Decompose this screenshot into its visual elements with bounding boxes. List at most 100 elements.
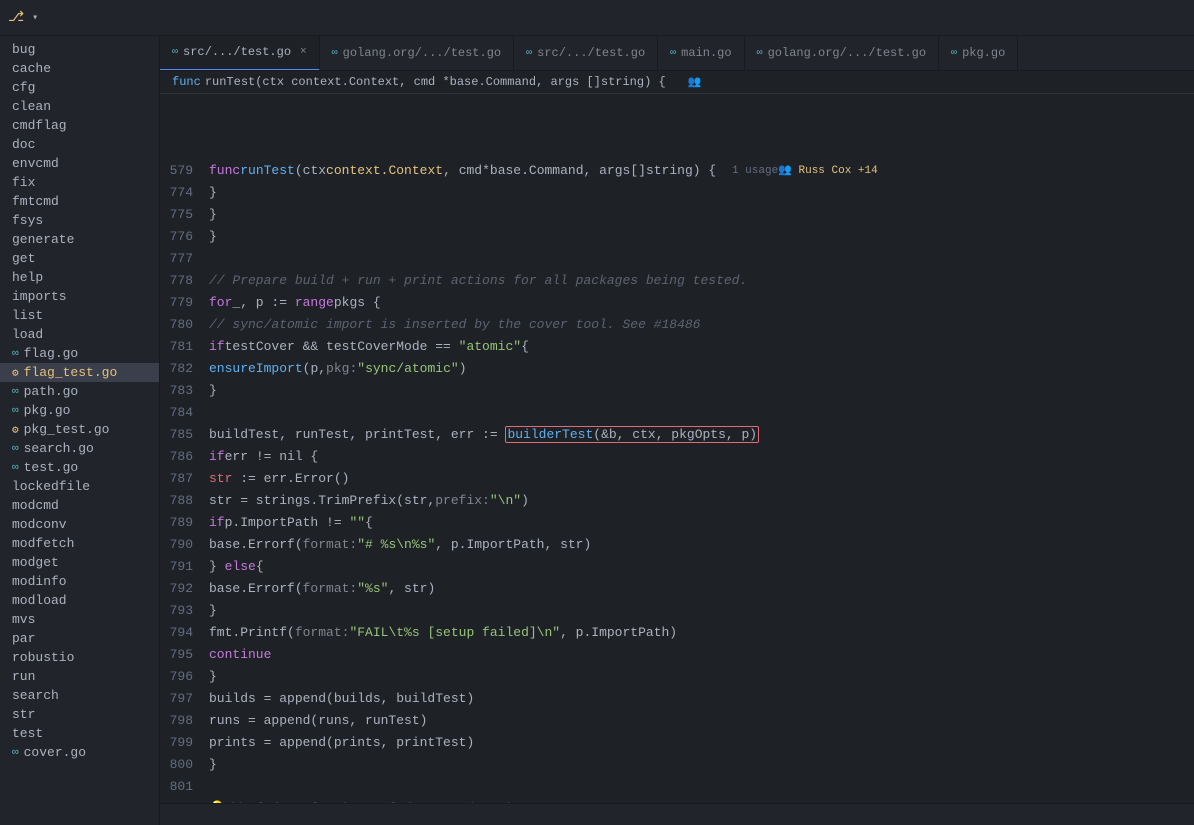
sidebar-item-cmdflag[interactable]: cmdflag — [0, 116, 159, 135]
code-line-777: 777 — [164, 248, 1194, 270]
tab-label: golang.org/.../test.go — [343, 46, 501, 60]
tab-label: main.go — [681, 46, 731, 60]
sidebar-item-modinfo[interactable]: modinfo — [0, 572, 159, 591]
sidebar-label: modcmd — [12, 498, 59, 513]
sidebar-label: doc — [12, 137, 35, 152]
tab-golang-test-go-2[interactable]: ∞ golang.org/.../test.go — [745, 36, 939, 71]
code-line-800: 800 } — [164, 754, 1194, 776]
sidebar-item-test.go[interactable]: ∞ test.go — [0, 458, 159, 477]
sidebar-item-fsys[interactable]: fsys — [0, 211, 159, 230]
sidebar-item-envcmd[interactable]: envcmd — [0, 154, 159, 173]
tab-src-test-go-1[interactable]: ∞ src/.../test.go × — [160, 36, 320, 71]
sidebar-label: cfg — [12, 80, 35, 95]
sidebar-label: get — [12, 251, 35, 266]
code-line-788: 788 str = strings.TrimPrefix(str, prefix… — [164, 490, 1194, 512]
tab-close-button[interactable]: × — [300, 46, 307, 58]
sidebar-item-run[interactable]: run — [0, 667, 159, 686]
sidebar-item-list[interactable]: list — [0, 306, 159, 325]
tab-pkg-go[interactable]: ∞ pkg.go — [939, 36, 1018, 71]
sidebar-item-robustio[interactable]: robustio — [0, 648, 159, 667]
sidebar-item-load[interactable]: load — [0, 325, 159, 344]
sidebar-item-get[interactable]: get — [0, 249, 159, 268]
sidebar-item-test[interactable]: test — [0, 724, 159, 743]
sidebar-item-str[interactable]: str — [0, 705, 159, 724]
status-bar — [160, 803, 1194, 825]
sidebar-item-modcmd[interactable]: modcmd — [0, 496, 159, 515]
code-line-784: 784 — [164, 402, 1194, 424]
sidebar-item-fix[interactable]: fix — [0, 173, 159, 192]
tab-icon: ∞ — [332, 48, 338, 59]
sidebar-label: load — [12, 327, 43, 342]
code-line-798: 798 runs = append(runs, runTest) — [164, 710, 1194, 732]
sidebar-item-modget[interactable]: modget — [0, 553, 159, 572]
chevron-down-icon: ▾ — [32, 12, 38, 24]
code-line-780: 780 // sync/atomic import is inserted by… — [164, 314, 1194, 336]
sidebar-item-modfetch[interactable]: modfetch — [0, 534, 159, 553]
top-bar: ⎇ ▾ — [0, 0, 1194, 36]
tab-label: golang.org/.../test.go — [768, 46, 926, 60]
sidebar-item-imports[interactable]: imports — [0, 287, 159, 306]
sidebar-item-modload[interactable]: modload — [0, 591, 159, 610]
code-line-785: 785 buildTest, runTest, printTest, err :… — [164, 424, 1194, 446]
code-line-774: 774 } — [164, 182, 1194, 204]
sidebar-item-cache[interactable]: cache — [0, 59, 159, 78]
sidebar-label: lockedfile — [12, 479, 90, 494]
content-area: func runTest(ctx context.Context, cmd *b… — [160, 71, 1194, 803]
sidebar-item-lockedfile[interactable]: lockedfile — [0, 477, 159, 496]
tab-icon: ∞ — [757, 48, 763, 59]
sidebar-label: generate — [12, 232, 74, 247]
sidebar-item-flag_test.go[interactable]: ⚙flag_test.go — [0, 363, 159, 382]
code-line-787: 787 str := err.Error() — [164, 468, 1194, 490]
sidebar-item-doc[interactable]: doc — [0, 135, 159, 154]
sidebar-item-flag.go[interactable]: ∞flag.go — [0, 344, 159, 363]
sidebar-item-bug[interactable]: bug — [0, 40, 159, 59]
sidebar-item-pkg.go[interactable]: ∞pkg.go — [0, 401, 159, 420]
sidebar-label: fmtcmd — [12, 194, 59, 209]
code-line-799: 799 prints = append(prints, printTest) — [164, 732, 1194, 754]
sidebar-item-search[interactable]: search — [0, 686, 159, 705]
sidebar-label: flag_test.go — [24, 365, 118, 380]
sidebar-label: list — [12, 308, 43, 323]
sidebar-item-pkg_test.go[interactable]: ⚙pkg_test.go — [0, 420, 159, 439]
code-line-779: 779 for _, p := range pkgs { — [164, 292, 1194, 314]
sidebar-item-cover.go[interactable]: ∞cover.go — [0, 743, 159, 762]
tab-label: pkg.go — [962, 46, 1005, 60]
sidebar-item-modconv[interactable]: modconv — [0, 515, 159, 534]
sidebar-label: test — [12, 726, 43, 741]
sidebar-label: bug — [12, 42, 35, 57]
sidebar-label: robustio — [12, 650, 74, 665]
code-line-782: 782 ensureImport(p, pkg: "sync/atomic") — [164, 358, 1194, 380]
sidebar-item-cfg[interactable]: cfg — [0, 78, 159, 97]
sidebar-item-help[interactable]: help — [0, 268, 159, 287]
sidebar-item-path.go[interactable]: ∞path.go — [0, 382, 159, 401]
sidebar: bug cache cfg cleancmdflag doc envcmdfix fmtcm… — [0, 36, 160, 825]
sidebar-item-mvs[interactable]: mvs — [0, 610, 159, 629]
code-line-781: 781 if testCover && testCoverMode == "at… — [164, 336, 1194, 358]
code-line-793: 793 } — [164, 600, 1194, 622]
breadcrumb-func: func — [172, 75, 201, 89]
code-line-789: 789 if p.ImportPath != "" { — [164, 512, 1194, 534]
tab-main-go[interactable]: ∞main.go — [658, 36, 744, 71]
go-icon: ∞ — [12, 443, 19, 455]
tab-icon: ∞ — [951, 48, 957, 59]
sidebar-label: test.go — [24, 460, 79, 475]
go-icon: ∞ — [12, 462, 19, 474]
tab-icon: ∞ — [172, 47, 178, 58]
sidebar-item-search.go[interactable]: ∞ search.go — [0, 439, 159, 458]
sidebar-label: par — [12, 631, 35, 646]
sidebar-label: cover.go — [24, 745, 86, 760]
sidebar-item-fmtcmd[interactable]: fmtcmd — [0, 192, 159, 211]
editor[interactable]: 579 func runTest(ctx context.Context, cm… — [160, 94, 1194, 803]
tab-label: src/.../test.go — [183, 45, 291, 59]
sidebar-label: search.go — [24, 441, 94, 456]
sidebar-item-par[interactable]: par — [0, 629, 159, 648]
tab-src-test-go-2[interactable]: ∞src/.../test.go — [514, 36, 658, 71]
branch-label[interactable]: ⎇ ▾ — [8, 9, 38, 26]
sidebar-item-clean[interactable]: clean — [0, 97, 159, 116]
sidebar-item-generate[interactable]: generate — [0, 230, 159, 249]
sidebar-label: run — [12, 669, 35, 684]
code-line-790: 790 base.Errorf( format: "# %s\n%s", p.I… — [164, 534, 1194, 556]
code-content: 579 func runTest(ctx context.Context, cm… — [160, 94, 1194, 803]
tab-golang-test-go-1[interactable]: ∞ golang.org/.../test.go — [320, 36, 514, 71]
code-line-792: 792 base.Errorf( format: "%s", str) — [164, 578, 1194, 600]
